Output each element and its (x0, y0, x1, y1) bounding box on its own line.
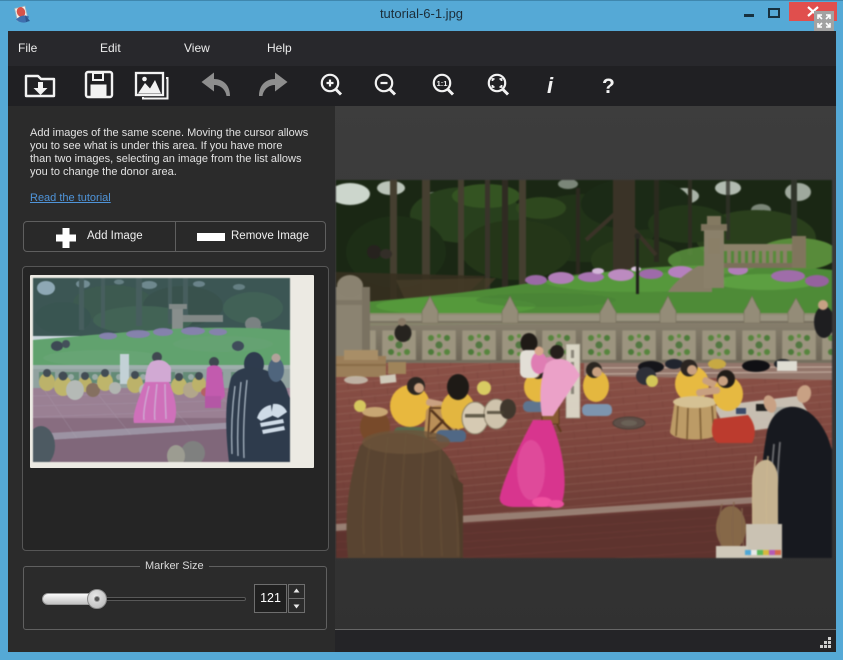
svg-text:1:1: 1:1 (437, 79, 448, 88)
svg-text:?: ? (602, 75, 615, 98)
svg-text:i: i (547, 73, 554, 98)
